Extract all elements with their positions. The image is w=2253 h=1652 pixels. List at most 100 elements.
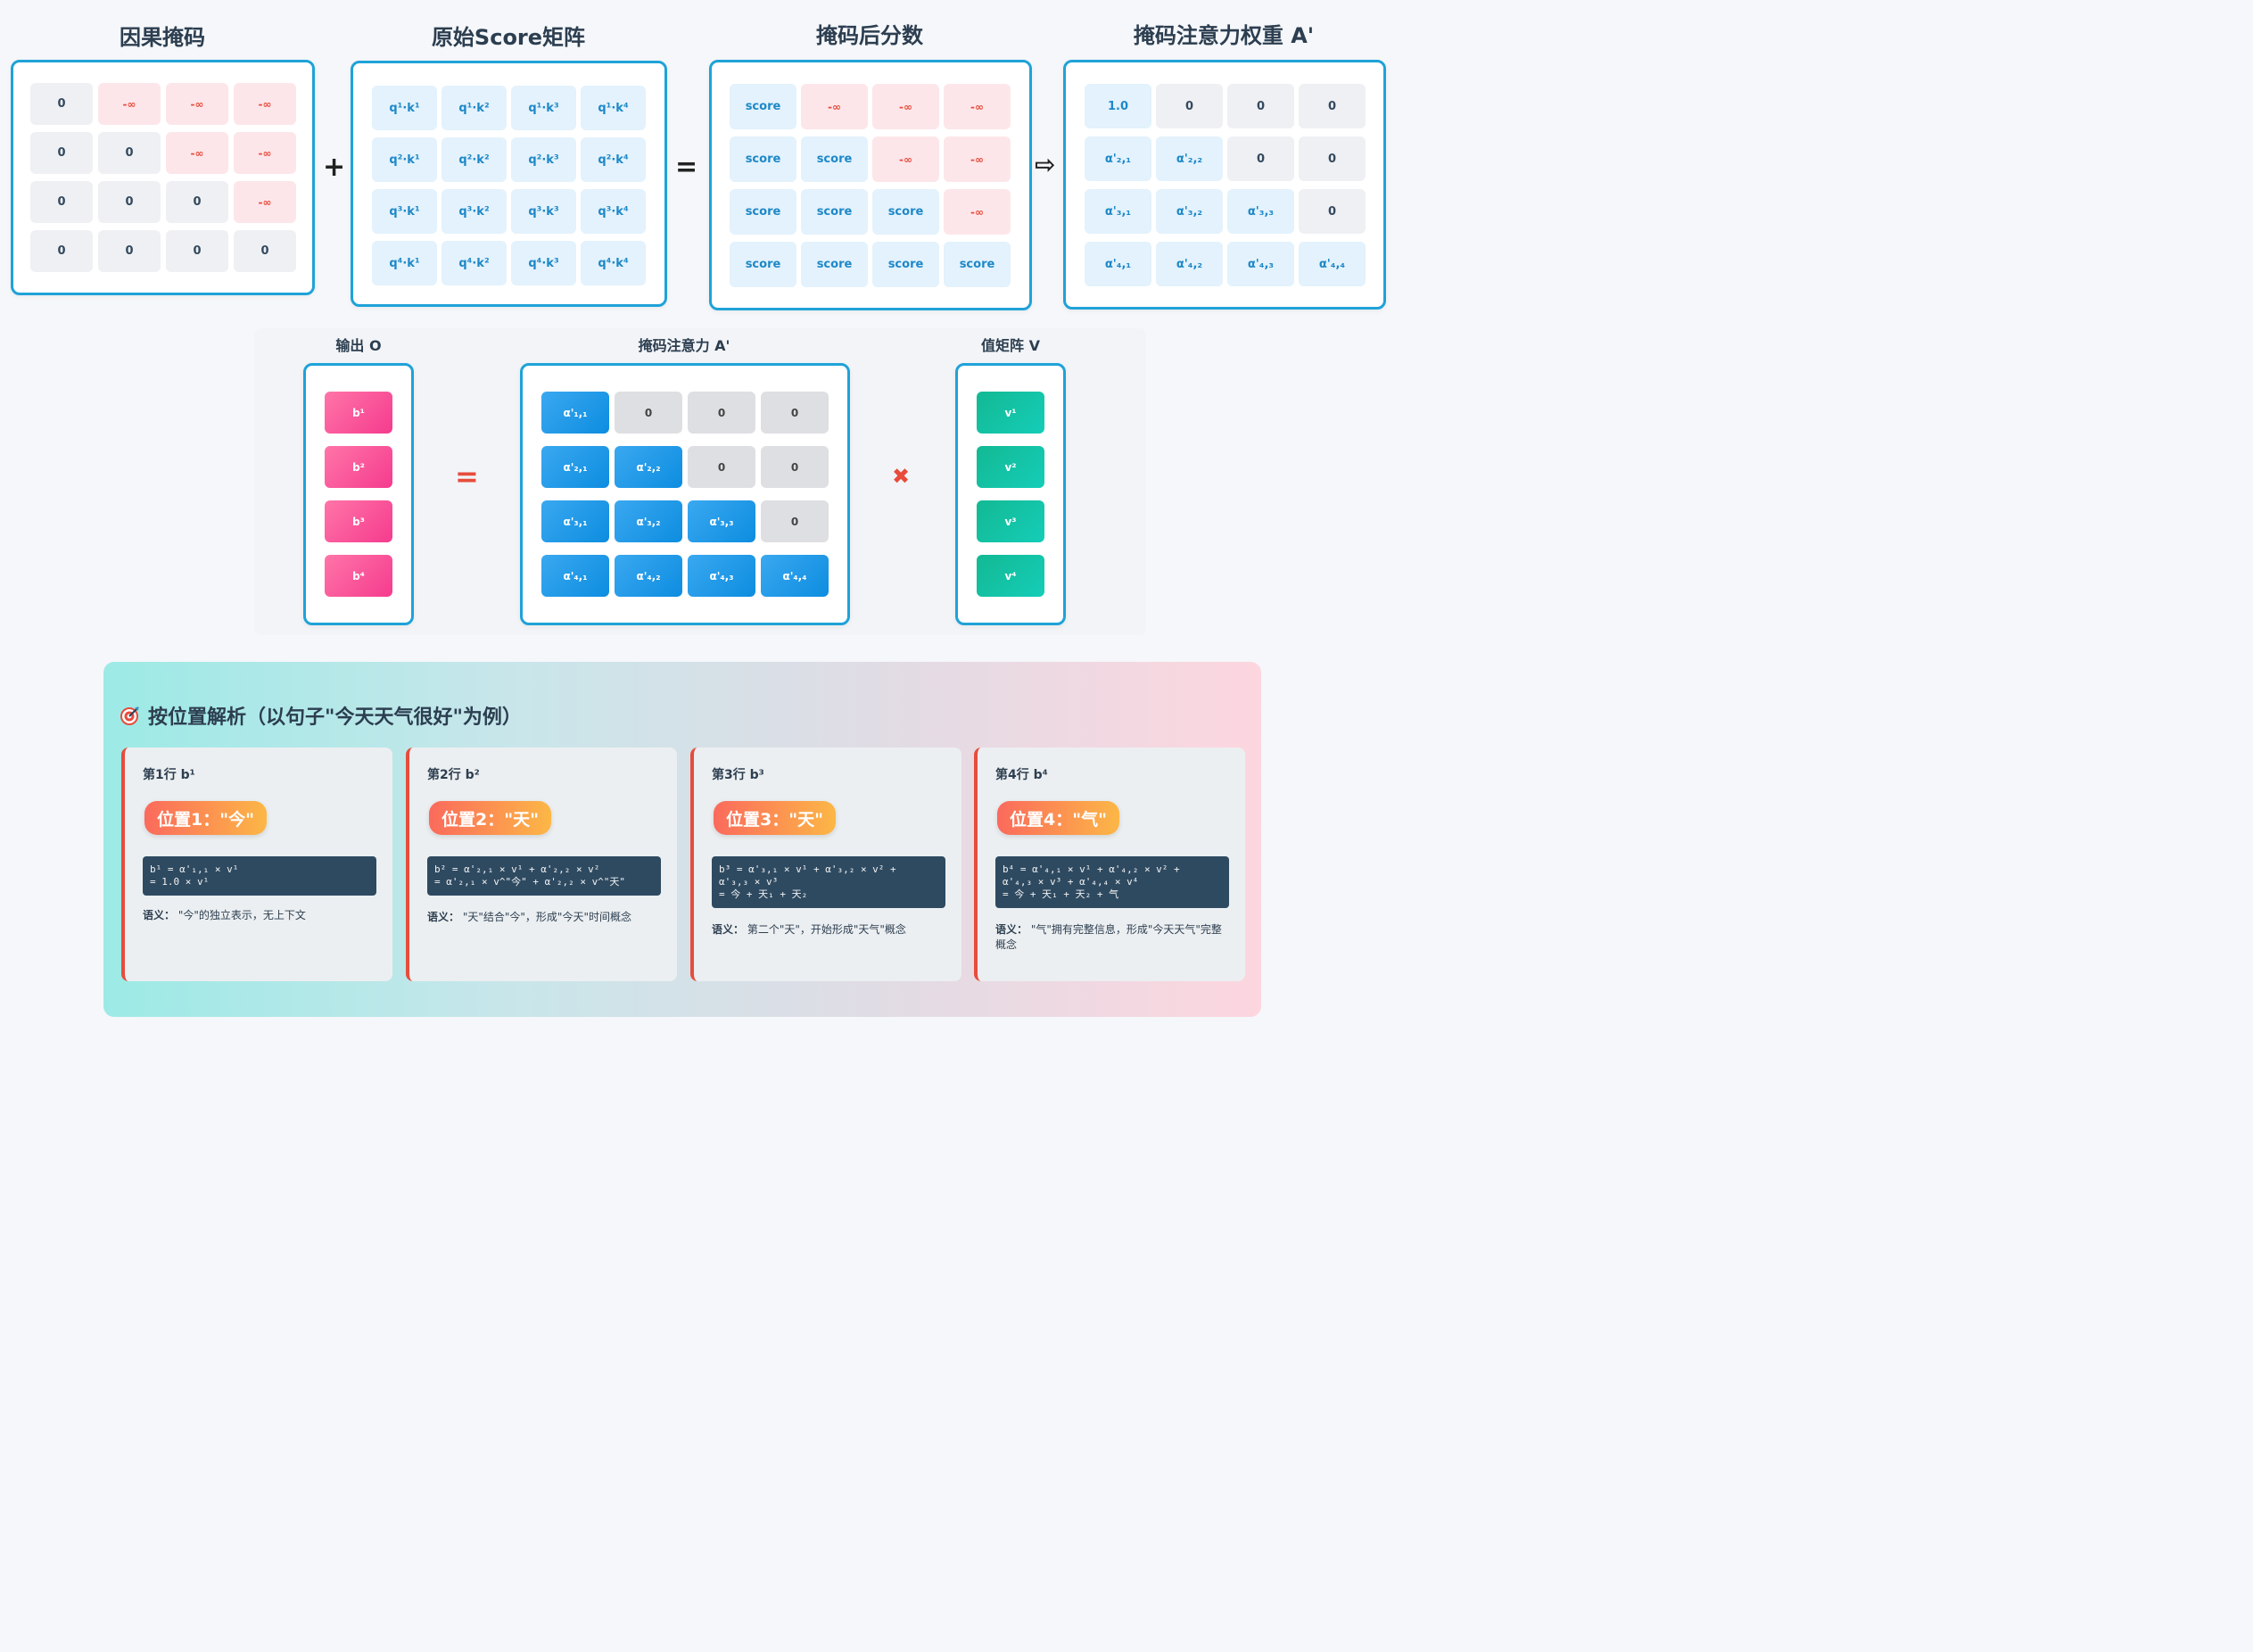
output-b2: b² — [325, 446, 392, 488]
score-matrix: q¹·k¹ q¹·k² q¹·k³ q¹·k⁴ q²·k¹ q²·k² q²·k³ q²·k⁴… — [372, 86, 646, 285]
equals-sign: = — [675, 152, 698, 183]
mask-cell: -∞ — [166, 132, 228, 174]
analysis-section: 按位置解析（以句子"今天天气很好"为例） 第1行 b¹ 位置1："今" b¹ =… — [103, 662, 1261, 1017]
weight-cell: α'₄,₄ — [1299, 242, 1366, 286]
mask-cell: 0 — [98, 181, 161, 223]
score-cell: q⁴·k⁴ — [581, 241, 646, 285]
masked-score-cell: score — [801, 242, 868, 287]
mask-cell: -∞ — [234, 83, 296, 125]
weight-cell: 0 — [1299, 84, 1366, 128]
masked-score-cell: score — [730, 242, 796, 287]
attn-cell: α'₃,₁ — [541, 500, 609, 542]
masked-score-cell: score — [730, 136, 796, 182]
analysis-card-4: 第4行 b⁴ 位置4："气" b⁴ = α'₄,₁ × v¹ + α'₄,₂ ×… — [974, 748, 1245, 981]
weight-cell: 0 — [1156, 84, 1223, 128]
weight-cell: α'₄,₃ — [1227, 242, 1294, 286]
masked-score-title: 掩码后分数 — [816, 23, 923, 48]
semantic-value: "气"拥有完整信息，形成"今天天气"完整概念 — [995, 923, 1222, 951]
attn-cell: α'₄,₄ — [761, 555, 829, 597]
value-v4: v⁴ — [977, 555, 1044, 597]
score-cell: q⁴·k² — [442, 241, 507, 285]
semantic-value: "今"的独立表示，无上下文 — [177, 909, 306, 921]
weight-cell: α'₄,₁ — [1085, 242, 1151, 286]
mask-cell: -∞ — [234, 181, 296, 223]
attn-cell: α'₄,₂ — [615, 555, 682, 597]
position-pill: 位置3："天" — [714, 801, 837, 835]
attn-cell: 0 — [688, 392, 755, 434]
masked-score-cell: -∞ — [801, 84, 868, 129]
value-title: 值矩阵 V — [981, 337, 1040, 354]
attn-matrix-panel: α'₁,₁ 0 0 0 α'₂,₁ α'₂,₂ 0 0 α'₃,₁ α'₃,₂ α'₃,₃ 0 α'₄,… — [520, 363, 850, 625]
analysis-card-3: 第3行 b³ 位置3："天" b³ = α'₃,₁ × v¹ + α'₃,₂ ×… — [690, 748, 961, 981]
masked-score-panel: score -∞ -∞ -∞ score score -∞ -∞ score score score… — [709, 60, 1032, 310]
semantic-text: 语义： 第二个"天"，开始形成"天气"概念 — [712, 922, 945, 938]
masked-score-cell: score — [872, 189, 939, 235]
semantic-text: 语义： "气"拥有完整信息，形成"今天天气"完整概念 — [995, 922, 1229, 953]
weight-cell: 0 — [1227, 136, 1294, 181]
attn-cell: 0 — [615, 392, 682, 434]
score-cell: q²·k⁴ — [581, 137, 646, 182]
attn-cell: α'₄,₁ — [541, 555, 609, 597]
score-cell: q³·k² — [442, 189, 507, 234]
score-matrix-panel: q¹·k¹ q¹·k² q¹·k³ q¹·k⁴ q²·k¹ q²·k² q²·k³ q²·k⁴… — [351, 61, 667, 307]
weight-cell: α'₃,₃ — [1227, 189, 1294, 234]
analysis-card-2: 第2行 b² 位置2："天" b² = α'₂,₁ × v¹ + α'₂,₂ ×… — [406, 748, 677, 981]
value-v2: v² — [977, 446, 1044, 488]
plus-sign: + — [323, 152, 346, 183]
score-cell: q⁴·k³ — [511, 241, 576, 285]
weight-cell: α'₂,₂ — [1156, 136, 1223, 181]
score-cell: q¹·k² — [442, 86, 507, 130]
equals-sign-middle: = — [455, 459, 479, 493]
masked-score-cell: -∞ — [944, 84, 1011, 129]
score-cell: q³·k³ — [511, 189, 576, 234]
analysis-heading: 按位置解析（以句子"今天天气很好"为例） — [120, 701, 522, 730]
score-cell: q¹·k³ — [511, 86, 576, 130]
masked-score-cell: score — [944, 242, 1011, 287]
formula-block: b⁴ = α'₄,₁ × v¹ + α'₄,₂ × v² + α'₄,₃ × v… — [995, 856, 1229, 908]
mask-cell: 0 — [234, 230, 296, 272]
mask-title: 因果掩码 — [120, 25, 205, 50]
score-cell: q²·k² — [442, 137, 507, 182]
semantic-value: 第二个"天"，开始形成"天气"概念 — [747, 923, 906, 936]
position-pill: 位置4："气" — [997, 801, 1120, 835]
position-pill: 位置1："今" — [144, 801, 268, 835]
attn-cell: 0 — [761, 392, 829, 434]
score-cell: q¹·k¹ — [372, 86, 437, 130]
target-icon — [120, 706, 139, 725]
attn-cell: 0 — [761, 446, 829, 488]
score-title: 原始Score矩阵 — [431, 25, 586, 50]
semantic-label: 语义： — [143, 909, 176, 921]
mask-matrix-panel: 0 -∞ -∞ -∞ 0 0 -∞ -∞ 0 0 0 -∞ 0 0 0 0 — [11, 60, 315, 295]
attn-title: 掩码注意力 A' — [638, 337, 730, 354]
masked-score-cell: -∞ — [944, 136, 1011, 182]
masked-score-matrix: score -∞ -∞ -∞ score score -∞ -∞ score score score… — [730, 84, 1011, 287]
multiply-icon: ✖ — [892, 464, 911, 489]
attn-cell: α'₃,₃ — [688, 500, 755, 542]
attn-cell: 0 — [761, 500, 829, 542]
masked-score-cell: -∞ — [944, 189, 1011, 235]
attn-matrix: α'₁,₁ 0 0 0 α'₂,₁ α'₂,₂ 0 0 α'₃,₁ α'₃,₂ α'₃,₃ 0 α'₄,… — [541, 392, 829, 597]
mask-cell: 0 — [98, 132, 161, 174]
masked-score-cell: score — [730, 189, 796, 235]
weight-cell: α'₃,₁ — [1085, 189, 1151, 234]
semantic-label: 语义： — [995, 923, 1028, 936]
analysis-title: 按位置解析（以句子"今天天气很好"为例） — [148, 706, 522, 729]
mask-cell: -∞ — [166, 83, 228, 125]
weight-cell: α'₃,₂ — [1156, 189, 1223, 234]
attn-cell: α'₂,₁ — [541, 446, 609, 488]
position-pill: 位置2："天" — [429, 801, 552, 835]
value-vector-panel: v¹ v² v³ v⁴ — [955, 363, 1066, 625]
attn-cell: α'₂,₂ — [615, 446, 682, 488]
weight-cell: 0 — [1299, 189, 1366, 234]
masked-score-cell: score — [872, 242, 939, 287]
semantic-value: "天"结合"今"，形成"今天"时间概念 — [462, 911, 631, 923]
semantic-text: 语义： "天"结合"今"，形成"今天"时间概念 — [427, 910, 661, 925]
mask-cell: 0 — [30, 132, 93, 174]
value-v3: v³ — [977, 500, 1044, 542]
card-row-label: 第2行 b² — [427, 768, 480, 782]
weights-panel: 1.0 0 0 0 α'₂,₁ α'₂,₂ 0 0 α'₃,₁ α'₃,₂ α'₃,₃ 0 α'₄,₁ α… — [1063, 60, 1386, 310]
arrow-icon: ⇨ — [1035, 150, 1056, 179]
output-title: 输出 O — [335, 337, 382, 354]
weights-matrix: 1.0 0 0 0 α'₂,₁ α'₂,₂ 0 0 α'₃,₁ α'₃,₂ α'₃,₃ 0 α'₄,₁ α… — [1085, 84, 1366, 286]
mask-matrix: 0 -∞ -∞ -∞ 0 0 -∞ -∞ 0 0 0 -∞ 0 0 0 0 — [30, 83, 296, 272]
